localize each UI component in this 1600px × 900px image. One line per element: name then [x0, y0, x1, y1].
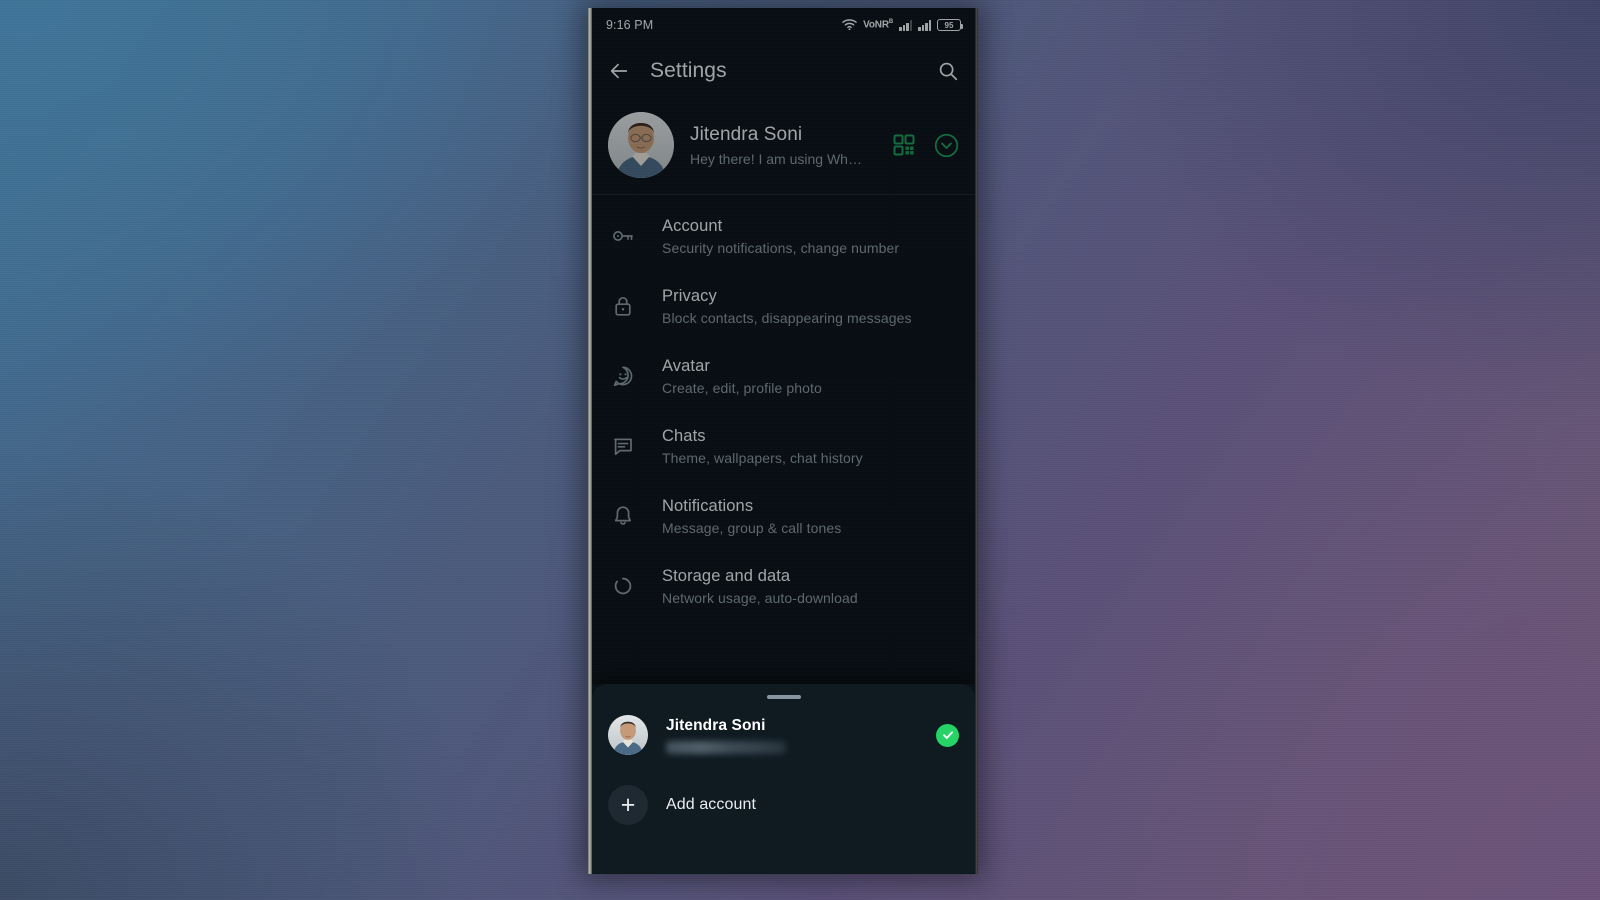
app-bar: Settings [592, 42, 975, 100]
account-switcher-sheet: Jitendra Soni + Add account [592, 684, 975, 874]
account-avatar[interactable] [608, 715, 648, 755]
battery-icon: 95 [937, 19, 963, 31]
bell-icon [610, 503, 636, 529]
settings-item-title: Storage and data [662, 566, 791, 585]
status-bar-clock: 9:16 PM [606, 18, 654, 32]
signal-bars-sim2 [918, 19, 931, 31]
settings-item-title: Chats [662, 426, 706, 445]
sheet-account-row[interactable]: Jitendra Soni [592, 699, 975, 765]
sheet-account-phone-redacted [666, 740, 786, 754]
settings-item-text: Chats Theme, wallpapers, chat history [662, 427, 959, 466]
settings-item-text: Storage and data Network usage, auto-dow… [662, 567, 959, 606]
settings-item-subtitle: Block contacts, disappearing messages [662, 309, 912, 326]
profile-status: Hey there! I am using Wh… [690, 150, 862, 167]
plus-icon[interactable]: + [608, 785, 648, 825]
settings-item-subtitle: Theme, wallpapers, chat history [662, 449, 863, 466]
settings-item-text: Privacy Block contacts, disappearing mes… [662, 287, 959, 326]
settings-item-title: Account [662, 216, 723, 235]
settings-item-title: Notifications [662, 496, 754, 515]
back-arrow-icon[interactable] [606, 58, 632, 84]
settings-list: Account Security notifications, change n… [592, 195, 975, 621]
page-title: Settings [650, 59, 727, 82]
key-icon [610, 223, 636, 249]
settings-item-subtitle: Security notifications, change number [662, 239, 900, 256]
profile-name: Jitendra Soni [690, 124, 803, 146]
sheet-account-meta: Jitendra Soni [666, 717, 918, 754]
settings-item-privacy[interactable]: Privacy Block contacts, disappearing mes… [592, 271, 975, 341]
phone-device-frame: 9:16 PM VoNRB 95 Settings Jitendra Soni … [588, 8, 978, 874]
add-account-row[interactable]: + Add account [592, 775, 975, 835]
wallpaper-backdrop: 9:16 PM VoNRB 95 Settings Jitendra Soni … [0, 0, 1600, 900]
profile-meta: Jitendra Soni Hey there! I am using Wh… [690, 123, 875, 167]
settings-item-avatar[interactable]: Avatar Create, edit, profile photo [592, 341, 975, 411]
sheet-account-name: Jitendra Soni [666, 716, 766, 734]
settings-item-account[interactable]: Account Security notifications, change n… [592, 201, 975, 271]
chevron-down-circle-icon[interactable] [933, 132, 959, 158]
check-circle-icon [936, 723, 959, 747]
phone-screen: 9:16 PM VoNRB 95 Settings Jitendra Soni … [592, 8, 975, 874]
profile-row[interactable]: Jitendra Soni Hey there! I am using Wh… [592, 100, 975, 195]
settings-item-subtitle: Create, edit, profile photo [662, 379, 822, 396]
settings-item-text: Avatar Create, edit, profile photo [662, 357, 959, 396]
settings-item-title: Avatar [662, 356, 710, 375]
status-bar: 9:16 PM VoNRB 95 [592, 8, 975, 42]
settings-item-subtitle: Network usage, auto-download [662, 589, 858, 606]
avatar-icon [610, 363, 636, 389]
settings-item-title: Privacy [662, 286, 717, 305]
wifi-icon [842, 18, 857, 33]
lock-icon [610, 293, 636, 319]
refresh-icon [610, 573, 636, 599]
profile-actions [891, 132, 959, 158]
add-account-label: Add account [666, 796, 757, 813]
chat-icon [610, 433, 636, 459]
settings-item-text: Notifications Message, group & call tone… [662, 497, 959, 536]
settings-item-chats[interactable]: Chats Theme, wallpapers, chat history [592, 411, 975, 481]
settings-item-text: Account Security notifications, change n… [662, 217, 959, 256]
settings-item-storage-and-data[interactable]: Storage and data Network usage, auto-dow… [592, 551, 975, 621]
settings-item-subtitle: Message, group & call tones [662, 519, 842, 536]
qr-code-icon[interactable] [891, 132, 917, 158]
profile-avatar[interactable] [608, 112, 674, 178]
settings-item-notifications[interactable]: Notifications Message, group & call tone… [592, 481, 975, 551]
signal-bars-sim1 [899, 19, 912, 31]
status-bar-indicators: VoNRB 95 [842, 18, 963, 33]
search-icon[interactable] [935, 58, 961, 84]
vonr-label: VoNRB [863, 19, 893, 31]
